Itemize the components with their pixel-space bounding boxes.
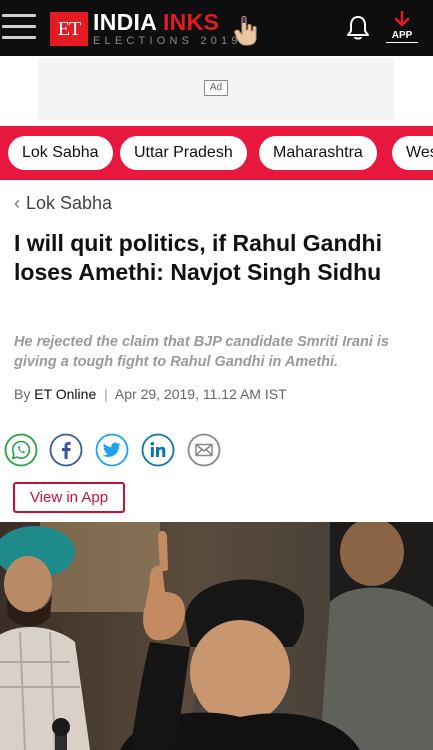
article-headline: I will quit politics, if Rahul Gandhi lo… (14, 230, 382, 285)
linkedin-icon[interactable] (141, 433, 175, 467)
breadcrumb[interactable]: ‹ Lok Sabha (14, 193, 112, 214)
inked-finger-icon (234, 16, 257, 46)
bell-icon[interactable] (344, 14, 372, 42)
byline-separator: | (104, 386, 108, 402)
byline-datetime: Apr 29, 2019, 11.12 AM IST (114, 386, 287, 402)
view-in-app-button[interactable]: View in App (13, 482, 125, 513)
email-icon[interactable] (187, 433, 221, 467)
article-synopsis: He rejected the claim that BJP candidate… (14, 334, 389, 370)
top-header: ET INDIA INKS ELECTIONS 2019 APP (0, 0, 433, 56)
whatsapp-icon[interactable] (4, 433, 38, 467)
chevron-left-icon: ‹ (14, 193, 20, 213)
ad-badge: Ad (204, 80, 228, 96)
et-logo[interactable]: ET (50, 12, 88, 46)
hamburger-menu-icon[interactable] (2, 14, 36, 40)
facebook-icon[interactable] (49, 433, 83, 467)
nav-chip-west-bengal[interactable]: West Bengal (392, 136, 433, 170)
article-photo[interactable] (0, 522, 433, 750)
breadcrumb-label: Lok Sabha (26, 193, 113, 213)
brand-main: INDIA (93, 9, 157, 35)
download-arrow-icon (394, 10, 410, 27)
byline-prefix: By (14, 386, 31, 402)
section-nav: Lok Sabha Uttar Pradesh Maharashtra West… (0, 126, 433, 180)
download-app-button[interactable]: APP (386, 10, 418, 46)
nav-chip-lok-sabha[interactable]: Lok Sabha (8, 136, 113, 170)
byline-author[interactable]: ET Online (34, 386, 96, 402)
app-label: APP (386, 29, 418, 43)
nav-chip-maharashtra[interactable]: Maharashtra (259, 136, 377, 170)
brand-subtitle: ELECTIONS 2019 (93, 35, 242, 47)
article-byline: By ET Online | Apr 29, 2019, 11.12 AM IS… (14, 386, 287, 402)
twitter-icon[interactable] (95, 433, 129, 467)
nav-chip-uttar-pradesh[interactable]: Uttar Pradesh (120, 136, 247, 170)
brand-title[interactable]: INDIA INKS (93, 9, 219, 36)
brand-accent: INKS (162, 9, 220, 35)
